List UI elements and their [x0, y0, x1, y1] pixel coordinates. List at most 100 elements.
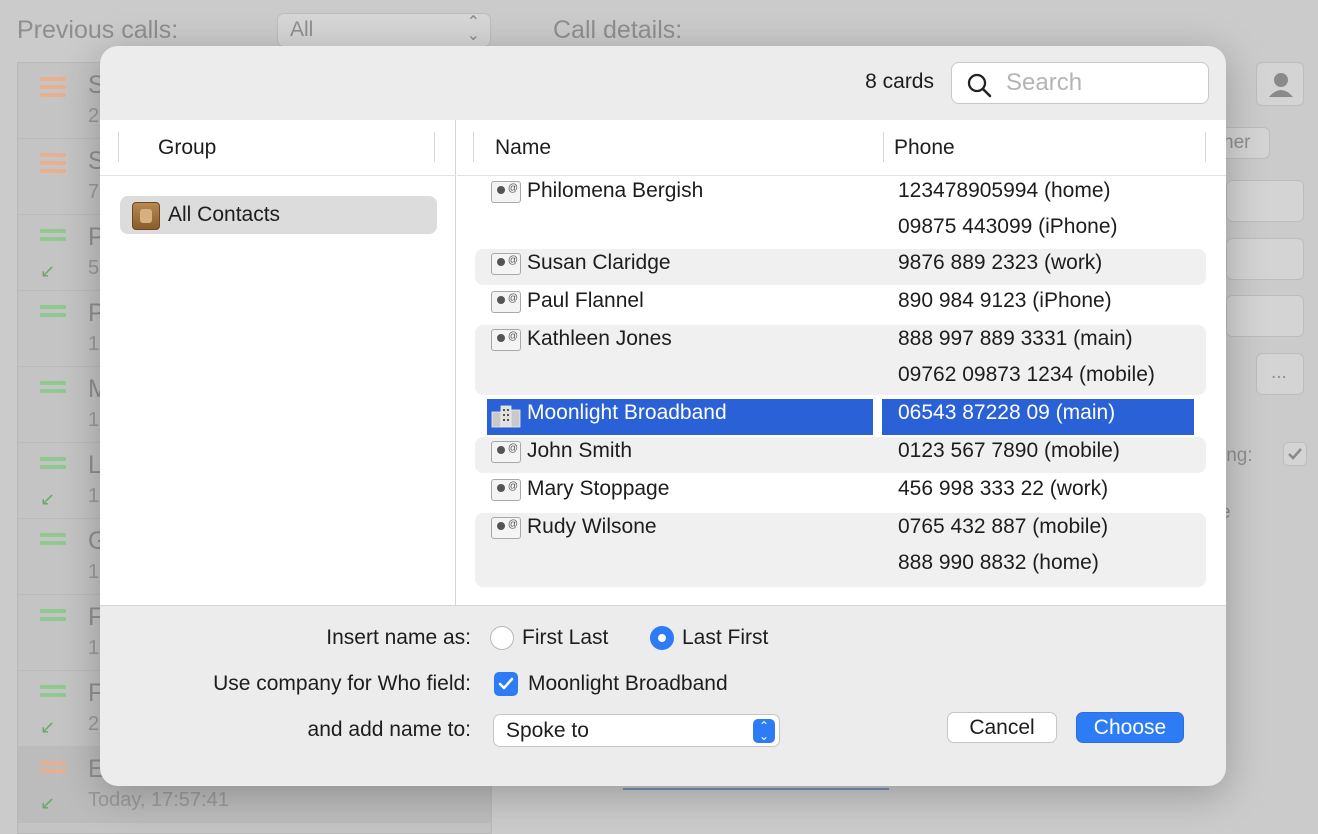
header-divider [883, 132, 884, 162]
search-icon [967, 73, 992, 98]
contact-row[interactable]: Philomena Bergish 123478905994 (home) 09… [475, 177, 1206, 247]
contact-phone: 9876 889 2323 (work) [898, 251, 1103, 274]
first-last-label[interactable]: First Last [522, 626, 608, 650]
group-pane: Group All Contacts [100, 120, 456, 605]
header-divider [1205, 132, 1206, 162]
call-time: 2 [88, 713, 100, 735]
contacts-pane: Name Phone Philomena Bergish 12347890599… [457, 120, 1226, 605]
cancel-button[interactable]: Cancel [947, 712, 1057, 743]
name-column-header[interactable]: Name [495, 136, 551, 160]
contact-picker-dialog: 8 cards Group All Contacts Name [100, 46, 1226, 786]
person-card-icon [491, 181, 521, 203]
first-last-radio[interactable] [490, 626, 514, 650]
incoming-call-icon: ↙ [40, 717, 56, 737]
call-type-icon [40, 305, 66, 321]
call-time: 2 [88, 105, 100, 127]
detail-field[interactable] [1226, 238, 1304, 280]
contact-name: Moonlight Broadband [527, 401, 727, 424]
incoming-call-icon: ↙ [40, 261, 56, 281]
calls-filter-select[interactable]: All ⌃ ⌄ [277, 13, 491, 47]
person-card-icon [491, 329, 521, 351]
contact-row[interactable]: John Smith 0123 567 7890 (mobile) [475, 437, 1206, 473]
last-first-label[interactable]: Last First [682, 626, 768, 650]
use-company-checkbox[interactable] [494, 672, 518, 696]
last-first-radio[interactable] [650, 626, 674, 650]
dialog-toolbar: 8 cards [100, 46, 1226, 120]
contact-phone: 09875 443099 (iPhone) [898, 215, 1118, 238]
contact-picker-button[interactable] [1256, 62, 1304, 106]
contact-row[interactable]: Paul Flannel 890 984 9123 (iPhone) [475, 287, 1206, 323]
contact-name: Mary Stoppage [527, 477, 670, 500]
header-divider [118, 132, 119, 162]
contact-row[interactable]: Rudy Wilsone 0765 432 887 (mobile) 888 9… [475, 513, 1206, 587]
person-card-icon [491, 479, 521, 501]
call-time: 7 [88, 181, 100, 203]
contact-phone: 123478905994 (home) [898, 179, 1111, 202]
contact-phone: 456 998 333 22 (work) [898, 477, 1109, 500]
detail-field[interactable] [1226, 295, 1304, 337]
incoming-call-icon: ↙ [40, 793, 56, 813]
contact-phone: 888 990 8832 (home) [898, 551, 1099, 574]
contact-row[interactable]: Mary Stoppage 456 998 333 22 (work) [475, 475, 1206, 511]
header-divider [434, 132, 435, 162]
choose-button[interactable]: Choose [1076, 712, 1184, 743]
contact-name: Rudy Wilsone [527, 515, 657, 538]
call-type-icon [40, 685, 66, 701]
call-time: 5 [88, 257, 100, 279]
person-card-icon [491, 441, 521, 463]
call-type-icon [40, 761, 66, 777]
contact-row[interactable]: Kathleen Jones 888 997 889 3331 (main) 0… [475, 325, 1206, 395]
add-name-to-select[interactable]: Spoke to ⌃ ⌄ [493, 714, 780, 747]
calls-filter-value: All [290, 18, 314, 41]
contact-phone: 0123 567 7890 (mobile) [898, 439, 1120, 462]
insert-name-label: Insert name as: [326, 626, 471, 649]
owner-button-label: ner [1223, 132, 1251, 153]
contact-name: Philomena Bergish [527, 179, 704, 202]
contact-phone: 06543 87228 09 (main) [898, 401, 1116, 424]
group-column-header[interactable]: Group [100, 120, 456, 176]
company-value[interactable]: Moonlight Broadband [528, 672, 728, 696]
call-type-icon [40, 533, 66, 549]
call-type-icon [40, 229, 66, 245]
call-time: 1 [88, 409, 100, 431]
person-icon [1269, 73, 1293, 97]
contact-row[interactable]: Susan Claridge 9876 889 2323 (work) [475, 249, 1206, 285]
link-underline [623, 788, 889, 790]
contact-phone: 0765 432 887 (mobile) [898, 515, 1109, 538]
search-field[interactable] [951, 62, 1209, 104]
previous-calls-title: Previous calls: [17, 16, 179, 44]
phone-column-header[interactable]: Phone [894, 136, 955, 160]
chevron-up-down-icon: ⌃ ⌄ [753, 719, 775, 743]
contact-row-selected[interactable]: Moonlight Broadband 06543 87228 09 (main… [475, 399, 1206, 435]
more-button[interactable]: ... [1256, 353, 1304, 395]
more-button-label: ... [1271, 362, 1287, 383]
warning-checkbox[interactable] [1283, 442, 1307, 466]
select-arrows-icon: ⌃ ⌄ [466, 14, 480, 44]
contacts-column-header: Name Phone [457, 120, 1226, 176]
person-card-icon [491, 517, 521, 539]
group-item-all-contacts[interactable]: All Contacts [120, 196, 437, 234]
cards-count: 8 cards [865, 70, 934, 93]
call-details-title: Call details: [553, 16, 683, 44]
incoming-call-icon: ↙ [40, 489, 56, 509]
company-label: Use company for Who field: [213, 672, 471, 695]
group-header-label: Group [158, 136, 217, 159]
company-building-icon [491, 405, 521, 428]
checkmark-icon [498, 677, 514, 690]
contacts-table: Philomena Bergish 123478905994 (home) 09… [457, 177, 1226, 606]
call-type-icon [40, 381, 66, 397]
call-type-icon [40, 153, 66, 177]
contact-name: Kathleen Jones [527, 327, 672, 350]
header-divider [473, 132, 474, 162]
person-card-icon [491, 253, 521, 275]
contact-name: Paul Flannel [527, 289, 644, 312]
call-type-icon [40, 457, 66, 473]
contact-phone: 888 997 889 3331 (main) [898, 327, 1133, 350]
person-card-icon [491, 291, 521, 313]
call-type-icon [40, 609, 66, 625]
search-input[interactable] [1006, 69, 1196, 97]
add-name-to-value: Spoke to [506, 719, 589, 742]
contact-name: John Smith [527, 439, 633, 462]
detail-field[interactable] [1226, 180, 1304, 222]
checkmark-icon [1288, 448, 1302, 460]
